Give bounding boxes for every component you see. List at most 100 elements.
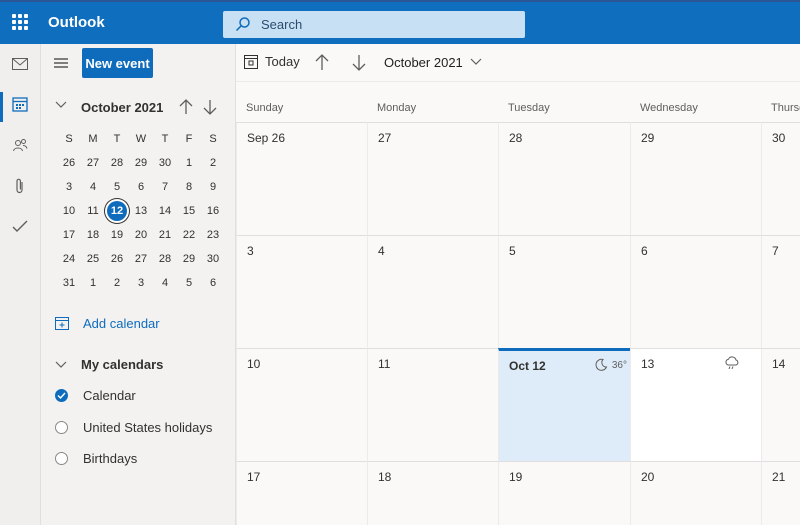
- app-launcher-icon[interactable]: [12, 14, 28, 30]
- previous-arrow-icon[interactable]: [315, 54, 329, 71]
- mini-calendar-day[interactable]: 23: [201, 223, 225, 247]
- month-day-cell[interactable]: 3: [236, 235, 368, 349]
- hamburger-menu-icon[interactable]: [54, 57, 68, 69]
- month-day-cell[interactable]: 27: [367, 122, 499, 236]
- mini-calendar-day[interactable]: 5: [177, 271, 201, 295]
- mini-calendar-day[interactable]: 25: [81, 247, 105, 271]
- current-month-label[interactable]: October 2021: [384, 55, 463, 70]
- mini-calendar-day[interactable]: 31: [57, 271, 81, 295]
- my-calendars-header[interactable]: My calendars: [55, 357, 163, 372]
- mini-calendar-day[interactable]: 29: [177, 247, 201, 271]
- calendar-icon[interactable]: [8, 92, 32, 116]
- month-day-cell[interactable]: 14: [761, 348, 800, 462]
- month-day-cell[interactable]: 4: [367, 235, 499, 349]
- mini-calendar-header: October 2021: [55, 98, 225, 118]
- chevron-down-icon[interactable]: [55, 101, 67, 109]
- weather-forecast[interactable]: [724, 356, 740, 370]
- calendar-item-calendar[interactable]: Calendar: [55, 388, 136, 403]
- month-day-cell[interactable]: 28: [498, 122, 631, 236]
- mini-calendar-day[interactable]: 29: [129, 151, 153, 175]
- attachment-icon[interactable]: [8, 174, 32, 198]
- previous-month-arrow-icon[interactable]: [179, 99, 193, 115]
- app-rail: [0, 44, 41, 525]
- mini-calendar-day[interactable]: 7: [153, 175, 177, 199]
- month-day-cell[interactable]: 30: [761, 122, 800, 236]
- today-button[interactable]: Today: [244, 54, 300, 69]
- mini-calendar-day[interactable]: 26: [105, 247, 129, 271]
- calendar-checkbox-checked[interactable]: [55, 389, 68, 402]
- mini-calendar-day[interactable]: 14: [153, 199, 177, 223]
- weekday-row: S M T W T F S: [57, 127, 225, 151]
- mini-calendar-day[interactable]: 4: [81, 175, 105, 199]
- mini-calendar-day[interactable]: 19: [105, 223, 129, 247]
- weekday-label: S: [209, 133, 217, 145]
- mini-calendar-day[interactable]: 20: [129, 223, 153, 247]
- calendar-item-us-holidays[interactable]: United States holidays: [55, 420, 212, 435]
- app-title[interactable]: Outlook: [48, 14, 105, 31]
- mini-calendar-day[interactable]: 27: [81, 151, 105, 175]
- month-day-cell[interactable]: 13: [630, 348, 762, 462]
- month-day-cell[interactable]: Oct 12 36°: [498, 348, 631, 462]
- mini-calendar-day[interactable]: 1: [177, 151, 201, 175]
- day-number: 11: [378, 357, 391, 371]
- mini-calendar-day[interactable]: 15: [177, 199, 201, 223]
- mini-calendar-day[interactable]: 21: [153, 223, 177, 247]
- mini-calendar-day[interactable]: 16: [201, 199, 225, 223]
- month-day-cell[interactable]: Sep 26: [236, 122, 368, 236]
- calendar-checkbox[interactable]: [55, 452, 68, 465]
- mini-calendar-day[interactable]: 12: [105, 199, 129, 223]
- mini-calendar-day[interactable]: 4: [153, 271, 177, 295]
- calendar-item-birthdays[interactable]: Birthdays: [55, 451, 137, 466]
- mini-calendar-day[interactable]: 5: [105, 175, 129, 199]
- mini-calendar-day[interactable]: 8: [177, 175, 201, 199]
- day-number: 20: [641, 470, 655, 484]
- month-day-cell[interactable]: 20: [630, 461, 762, 525]
- search-input[interactable]: Search: [223, 11, 525, 38]
- mini-calendar-day[interactable]: 22: [177, 223, 201, 247]
- month-day-cell[interactable]: 17: [236, 461, 368, 525]
- calendar-checkbox[interactable]: [55, 421, 68, 434]
- mini-calendar-day[interactable]: 30: [153, 151, 177, 175]
- mini-calendar-day[interactable]: 2: [201, 151, 225, 175]
- mail-icon[interactable]: [8, 52, 32, 76]
- mini-calendar-day[interactable]: 24: [57, 247, 81, 271]
- mini-calendar-day[interactable]: 1: [81, 271, 105, 295]
- month-day-cell[interactable]: 7: [761, 235, 800, 349]
- month-day-cell[interactable]: 21: [761, 461, 800, 525]
- month-day-cell[interactable]: 29: [630, 122, 762, 236]
- mini-calendar-day[interactable]: 10: [57, 199, 81, 223]
- people-icon[interactable]: [8, 133, 32, 157]
- mini-calendar-day[interactable]: 6: [129, 175, 153, 199]
- mini-calendar-day[interactable]: 18: [81, 223, 105, 247]
- mini-calendar-day[interactable]: 17: [57, 223, 81, 247]
- mini-calendar-day[interactable]: 13: [129, 199, 153, 223]
- month-day-cell[interactable]: 19: [498, 461, 631, 525]
- next-arrow-icon[interactable]: [352, 54, 366, 71]
- today-label: Today: [265, 54, 300, 69]
- new-event-button[interactable]: New event: [82, 48, 153, 78]
- mini-calendar-day[interactable]: 30: [201, 247, 225, 271]
- weather-forecast[interactable]: 36°: [594, 358, 627, 372]
- calendar-toolbar: Today October 2021: [236, 44, 800, 82]
- month-day-cell[interactable]: 11: [367, 348, 499, 462]
- add-calendar-link[interactable]: Add calendar: [55, 314, 160, 332]
- mini-calendar-month[interactable]: October 2021: [81, 100, 163, 115]
- mini-calendar-day[interactable]: 28: [105, 151, 129, 175]
- month-day-cell[interactable]: 18: [367, 461, 499, 525]
- mini-calendar-day[interactable]: 3: [57, 175, 81, 199]
- mini-calendar-day[interactable]: 2: [105, 271, 129, 295]
- day-number: 29: [641, 131, 655, 145]
- mini-calendar-day[interactable]: 6: [201, 271, 225, 295]
- mini-calendar-day[interactable]: 26: [57, 151, 81, 175]
- mini-calendar-day[interactable]: 11: [81, 199, 105, 223]
- mini-calendar-day[interactable]: 9: [201, 175, 225, 199]
- mini-calendar-day[interactable]: 28: [153, 247, 177, 271]
- mini-calendar-day[interactable]: 3: [129, 271, 153, 295]
- month-day-cell[interactable]: 5: [498, 235, 631, 349]
- month-day-cell[interactable]: 6: [630, 235, 762, 349]
- mini-calendar-day[interactable]: 27: [129, 247, 153, 271]
- todo-icon[interactable]: [8, 214, 32, 238]
- next-month-arrow-icon[interactable]: [203, 99, 217, 115]
- month-day-cell[interactable]: 10: [236, 348, 368, 462]
- chevron-down-icon[interactable]: [470, 58, 482, 66]
